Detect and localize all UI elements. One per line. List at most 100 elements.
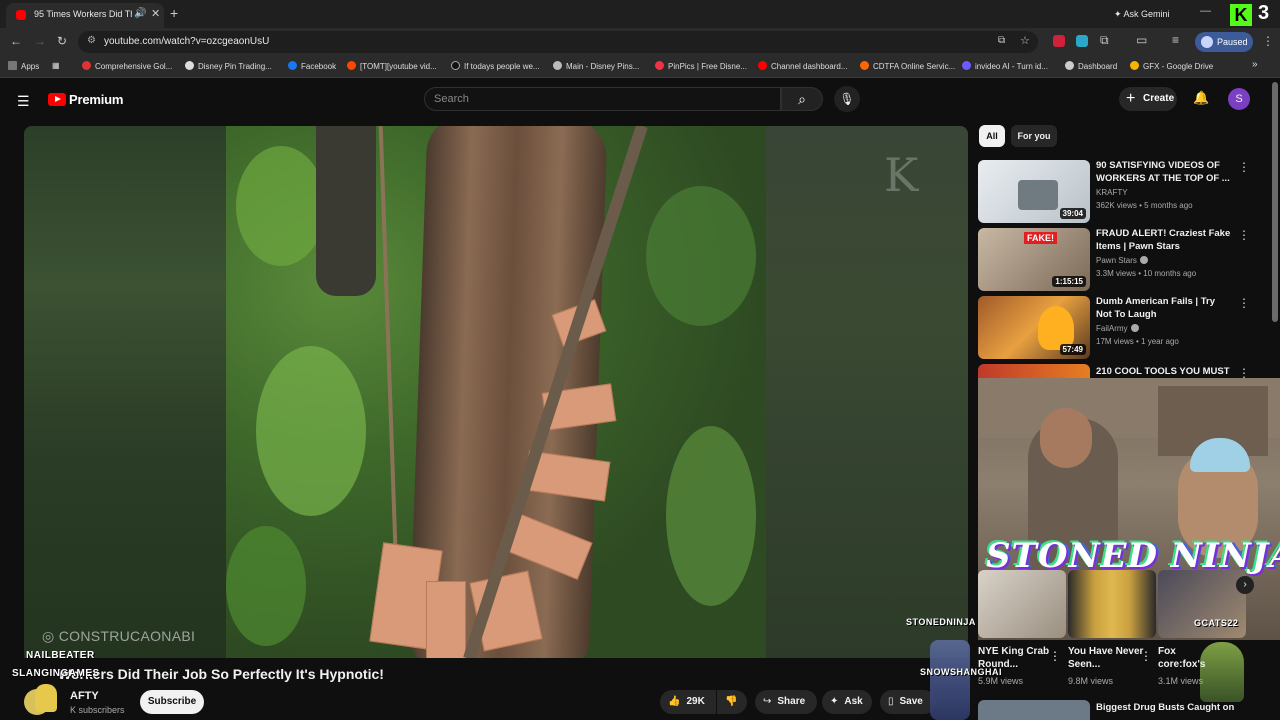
share-button[interactable]: ↪ Share: [755, 690, 817, 714]
extension-blue-icon[interactable]: [1076, 35, 1088, 47]
more-bookmarks-icon[interactable]: »: [1252, 59, 1258, 70]
reload-icon[interactable]: ↻: [57, 34, 67, 48]
address-toolbar: ← → ↻ ⚙ youtube.com/watch?v=ozcgeaonUsU …: [0, 28, 1280, 56]
extensions-puzzle-icon[interactable]: ⧉: [1100, 33, 1109, 48]
bookmark-star-icon[interactable]: ☆: [1020, 34, 1030, 47]
url-text[interactable]: youtube.com/watch?v=ozcgeaonUsU: [104, 36, 269, 47]
bookmark-favicon-icon: [962, 61, 971, 70]
chip-for-you[interactable]: For you: [1011, 125, 1057, 147]
voice-search-button[interactable]: 🎙: [834, 86, 860, 112]
chip-all[interactable]: All: [979, 125, 1005, 147]
thumbs-down-icon: 👎: [725, 696, 738, 707]
like-button[interactable]: 👍 29K: [660, 690, 716, 714]
video-frame: [226, 126, 766, 658]
thumbnail-object: [1018, 180, 1058, 210]
recommendation-item[interactable]: 39:04 90 SATISFYING VIDEOS OF WORKERS AT…: [978, 160, 1258, 224]
recommendation-title[interactable]: 90 SATISFYING VIDEOS OF WORKERS AT THE T…: [1096, 160, 1231, 185]
bookmark-item[interactable]: Main - Disney Pins...: [553, 61, 639, 71]
new-tab-button[interactable]: +: [170, 5, 178, 21]
browser-menu-icon[interactable]: ⋮: [1262, 34, 1274, 48]
ask-gemini-label: Ask Gemini: [1123, 9, 1170, 19]
tab-groups-icon[interactable]: ▦: [52, 61, 60, 70]
bookmark-item[interactable]: Facebook: [288, 61, 336, 71]
video-thumbnail[interactable]: [978, 700, 1090, 720]
google-drive-icon: [1130, 61, 1139, 70]
short-title[interactable]: Fox core:fox's: [1158, 645, 1218, 671]
back-arrow-icon[interactable]: ←: [10, 34, 22, 48]
video-player[interactable]: K ◎ CONSTRUCAONABI: [24, 126, 968, 658]
short-title[interactable]: You Have Never Seen...: [1068, 645, 1148, 671]
tiktok-icon: [451, 61, 460, 70]
overlay-name: SLANGINGAMES: [12, 668, 100, 679]
media-controls-icon[interactable]: ≡: [1172, 33, 1179, 47]
bookmark-favicon-icon: [553, 61, 562, 70]
overlay-mascot: [35, 684, 57, 712]
bookmark-item[interactable]: Channel dashboard...: [758, 61, 848, 71]
recommendation-channel[interactable]: KRAFTY: [1096, 188, 1128, 197]
speaker-icon[interactable]: 🔊: [134, 8, 146, 19]
bookmark-apps[interactable]: Apps: [8, 61, 39, 71]
ask-gemini-button[interactable]: ✦ Ask Gemini: [1106, 5, 1178, 23]
notifications-bell-icon[interactable]: 🔔: [1193, 90, 1209, 106]
install-app-icon[interactable]: ⧉: [998, 35, 1005, 46]
browser-tab-bar: 95 Times Workers Did Their Job So Perfec…: [0, 0, 1280, 28]
minimize-window-icon[interactable]: —: [1200, 5, 1211, 17]
hamburger-menu-icon[interactable]: ☰: [17, 93, 30, 110]
account-avatar[interactable]: S: [1228, 88, 1250, 110]
recommendation-title[interactable]: Dumb American Fails | Try Not To Laugh: [1096, 296, 1231, 321]
bookmark-item[interactable]: PinPics | Free Disne...: [655, 61, 747, 71]
short-title[interactable]: NYE King Crab Round...: [978, 645, 1058, 671]
bookmark-item[interactable]: invideo AI - Turn id...: [962, 61, 1048, 71]
dislike-button[interactable]: 👎: [717, 690, 747, 714]
recommendation-title[interactable]: FRAUD ALERT! Craziest Fake Items | Pawn …: [1096, 228, 1231, 253]
recommendation-item[interactable]: FAKE! 1:15:15 FRAUD ALERT! Craziest Fake…: [978, 228, 1258, 292]
recommendation-title[interactable]: 210 COOL TOOLS YOU MUST: [1096, 366, 1231, 379]
recommendation-meta: 3.3M views • 10 months ago: [1096, 269, 1197, 278]
more-options-icon[interactable]: ⋮: [1049, 649, 1061, 663]
more-options-icon[interactable]: ⋮: [1238, 296, 1250, 310]
bookmark-item[interactable]: Comprehensive Gol...: [82, 61, 172, 71]
extension-red-icon[interactable]: [1053, 35, 1065, 47]
more-options-icon[interactable]: ⋮: [1238, 160, 1250, 174]
recommendation-item[interactable]: 57:49 Dumb American Fails | Try Not To L…: [978, 296, 1258, 360]
omnibox[interactable]: ⚙ youtube.com/watch?v=ozcgeaonUsU ⧉ ☆: [78, 31, 1038, 53]
ask-button[interactable]: ✦ Ask: [822, 690, 872, 714]
browser-tab-active[interactable]: 95 Times Workers Did Their Job So Perfec…: [6, 3, 164, 28]
webcam-person-left-head: [1040, 408, 1092, 468]
bookmark-item[interactable]: CDTFA Online Servic...: [860, 61, 955, 71]
save-button[interactable]: ▯ Save: [880, 690, 936, 714]
recommendation-title[interactable]: Biggest Drug Busts Caught on: [1096, 702, 1234, 713]
shorts-next-arrow-icon[interactable]: ›: [1236, 576, 1254, 594]
channel-name[interactable]: AFTY: [70, 690, 99, 702]
search-placeholder: Search: [434, 93, 469, 105]
foliage: [666, 426, 756, 606]
rope: [378, 126, 398, 546]
video-thumbnail[interactable]: FAKE! 1:15:15: [978, 228, 1090, 291]
search-input[interactable]: Search: [424, 87, 781, 111]
youtube-logo-icon[interactable]: [48, 93, 66, 106]
create-button[interactable]: + Create: [1119, 87, 1177, 111]
split-view-icon[interactable]: ▭: [1136, 33, 1147, 47]
video-thumbnail[interactable]: 57:49: [978, 296, 1090, 359]
bookmark-item[interactable]: GFX - Google Drive: [1130, 61, 1213, 71]
page-scrollbar[interactable]: [1272, 82, 1278, 322]
bookmark-item[interactable]: If todays people we...: [451, 61, 540, 71]
site-info-icon[interactable]: ⚙: [87, 35, 96, 46]
video-thumbnail[interactable]: 39:04: [978, 160, 1090, 223]
subscribe-button[interactable]: Subscribe: [140, 690, 204, 714]
short-thumbnail[interactable]: [978, 570, 1066, 638]
premium-brand[interactable]: Premium: [69, 92, 123, 107]
more-options-icon[interactable]: ⋮: [1238, 228, 1250, 242]
bookmark-item[interactable]: [TOMT][youtube vid...: [347, 61, 437, 71]
bookmark-item[interactable]: Dashboard: [1065, 61, 1117, 71]
profile-paused-button[interactable]: Paused: [1195, 32, 1253, 52]
recommendation-channel[interactable]: FailArmy: [1096, 324, 1139, 333]
bookmark-item[interactable]: Disney Pin Trading...: [185, 61, 272, 71]
recommendation-channel[interactable]: Pawn Stars: [1096, 256, 1148, 265]
more-options-icon[interactable]: ⋮: [1140, 649, 1152, 663]
short-views: 9.8M views: [1068, 676, 1114, 686]
search-button[interactable]: ⌕: [781, 87, 823, 111]
close-tab-icon[interactable]: ✕: [151, 7, 160, 20]
forward-arrow-icon[interactable]: →: [34, 34, 46, 48]
short-thumbnail[interactable]: [1068, 570, 1156, 638]
